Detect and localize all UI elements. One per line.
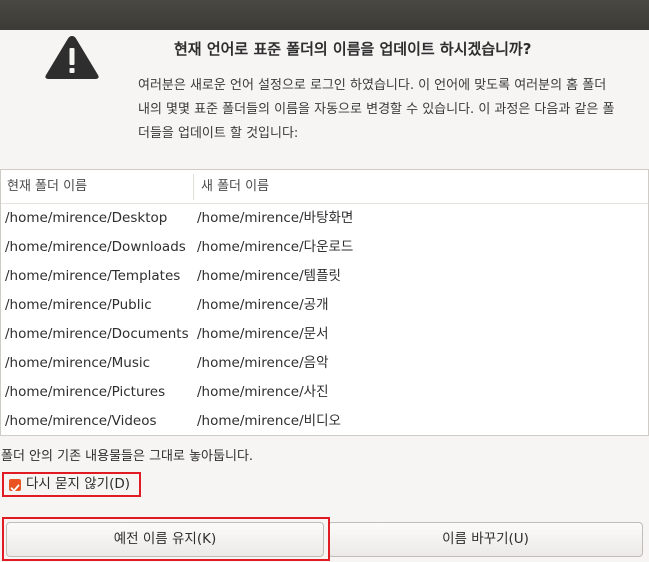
current-folder-cell: /home/mirence/Music <box>5 355 151 371</box>
folder-table[interactable]: 현재 폴더 이름 새 폴더 이름 /home/mirence/Desktop /… <box>0 169 649 436</box>
new-folder-cell: /home/mirence/문서 <box>197 326 329 342</box>
table-row[interactable]: /home/mirence/Templates /home/mirence/템플… <box>1 262 648 291</box>
table-row[interactable]: /home/mirence/Downloads /home/mirence/다운… <box>1 233 648 262</box>
new-folder-cell: /home/mirence/비디오 <box>197 413 341 429</box>
dont-ask-again-label[interactable]: 다시 묻지 않기(D) <box>26 474 130 495</box>
table-row[interactable]: /home/mirence/Videos /home/mirence/비디오 <box>1 407 648 436</box>
contents-note: 폴더 안의 기존 내용물들은 그대로 놓아둡니다. <box>1 449 254 464</box>
dont-ask-again-checkbox-row[interactable]: 다시 묻지 않기(D) <box>2 472 141 497</box>
keep-old-names-button[interactable]: 예전 이름 유지(K) <box>6 522 324 557</box>
warning-icon <box>45 36 99 79</box>
new-folder-cell: /home/mirence/공개 <box>197 297 329 313</box>
table-row[interactable]: /home/mirence/Pictures /home/mirence/사진 <box>1 378 648 407</box>
table-row[interactable]: /home/mirence/Music /home/mirence/음악 <box>1 349 648 378</box>
new-folder-cell: /home/mirence/다운로드 <box>197 239 354 255</box>
column-separator <box>193 174 194 200</box>
update-names-button[interactable]: 이름 바꾸기(U) <box>328 522 643 557</box>
dont-ask-again-checkbox[interactable] <box>9 479 21 492</box>
table-row[interactable]: /home/mirence/Documents /home/mirence/문서 <box>1 320 648 349</box>
new-folder-cell: /home/mirence/사진 <box>197 384 329 400</box>
current-folder-cell: /home/mirence/Documents <box>5 326 189 342</box>
new-folder-cell: /home/mirence/바탕화면 <box>197 210 354 226</box>
current-folder-cell: /home/mirence/Templates <box>5 268 181 284</box>
column-header-current[interactable]: 현재 폴더 이름 <box>7 170 87 203</box>
current-folder-cell: /home/mirence/Public <box>5 297 152 313</box>
current-folder-cell: /home/mirence/Pictures <box>5 384 166 400</box>
current-folder-cell: /home/mirence/Desktop <box>5 210 168 226</box>
table-row[interactable]: /home/mirence/Desktop /home/mirence/바탕화면 <box>1 204 648 233</box>
window-titlebar[interactable] <box>0 0 649 30</box>
new-folder-cell: /home/mirence/음악 <box>197 355 329 371</box>
new-folder-cell: /home/mirence/템플릿 <box>197 268 341 284</box>
dialog-description: 여러분은 새로운 언어 설정으로 로그인 하였습니다. 이 언어에 맞도록 여러… <box>138 78 615 141</box>
dialog-heading: 현재 언어로 표준 폴더의 이름을 업데이트 하시겠습니까? <box>174 40 532 58</box>
table-header: 현재 폴더 이름 새 폴더 이름 <box>1 170 648 204</box>
table-rows: /home/mirence/Desktop /home/mirence/바탕화면… <box>1 204 648 436</box>
current-folder-cell: /home/mirence/Downloads <box>5 239 186 255</box>
current-folder-cell: /home/mirence/Videos <box>5 413 157 429</box>
column-header-new[interactable]: 새 폴더 이름 <box>201 170 269 203</box>
table-row[interactable]: /home/mirence/Public /home/mirence/공개 <box>1 291 648 320</box>
checkmark-icon <box>10 484 20 492</box>
